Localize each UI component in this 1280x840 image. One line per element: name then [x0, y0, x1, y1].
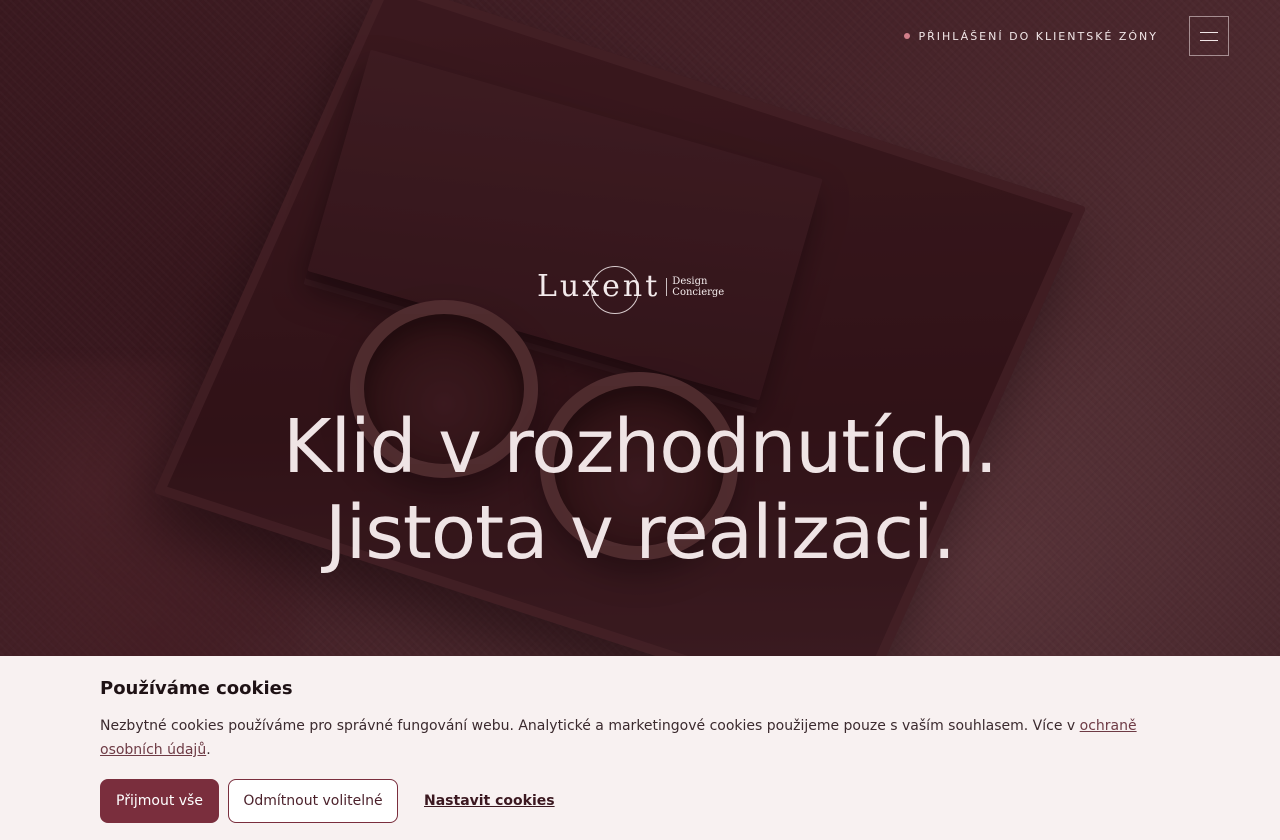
hero-headline-line-1: Klid v rozhodnutích.	[282, 404, 998, 490]
top-bar: PŘIHLÁŠENÍ DO KLIENTSKÉ ZÓNY	[903, 15, 1229, 57]
hero-headline: Klid v rozhodnutích. Jistota v realizaci…	[0, 404, 1280, 576]
hamburger-icon-line	[1200, 39, 1218, 41]
status-dot-icon	[903, 33, 910, 39]
hamburger-icon	[1200, 31, 1218, 33]
cookie-text-end: .	[206, 742, 211, 758]
cookie-banner: Používáme cookies Nezbytné cookies použí…	[0, 656, 1280, 840]
hamburger-menu-button[interactable]	[1189, 16, 1229, 56]
cookie-banner-title: Používáme cookies	[100, 678, 293, 699]
client-zone-login-label: PŘIHLÁŠENÍ DO KLIENTSKÉ ZÓNY	[918, 29, 1158, 43]
reject-optional-button[interactable]: Odmítnout volitelné	[228, 779, 398, 823]
logo-ring-icon	[591, 266, 639, 314]
cookie-banner-text: Nezbytné cookies používáme pro správné f…	[100, 714, 1180, 762]
hero-headline-line-2: Jistota v realizaci.	[324, 490, 956, 576]
logo-subtitle-line-2: Concierge	[672, 287, 725, 298]
accept-all-button[interactable]: Přijmout vše	[100, 779, 219, 823]
cookie-settings-button[interactable]: Nastavit cookies	[424, 779, 555, 823]
logo-separator	[666, 278, 668, 296]
logo-subtitle: Design Concierge	[672, 276, 724, 298]
cookie-text-intro: Nezbytné cookies používáme pro správné f…	[100, 718, 1080, 734]
logo-subtitle-line-1: Design	[672, 276, 708, 287]
logo-wordmark-wrapper: Luxent	[537, 266, 660, 314]
cookie-actions: Přijmout vše Odmítnout volitelné Nastavi…	[100, 779, 1180, 823]
brand-logo[interactable]: Luxent Design Concierge	[537, 258, 747, 316]
client-zone-login-link[interactable]: PŘIHLÁŠENÍ DO KLIENTSKÉ ZÓNY	[903, 29, 1159, 43]
